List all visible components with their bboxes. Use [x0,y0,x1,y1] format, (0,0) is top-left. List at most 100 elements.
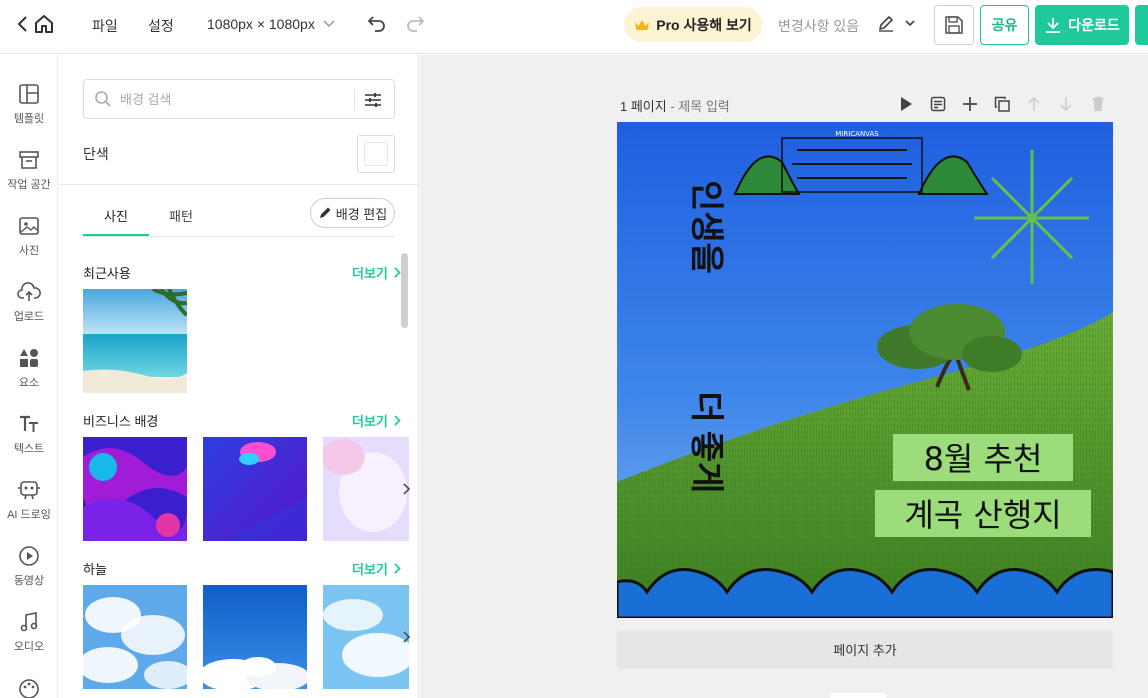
elements-icon [20,349,38,367]
blue-sky-clouds-image [203,585,307,689]
rail-item-more[interactable] [0,678,58,698]
panel-scrollbar[interactable] [401,253,408,328]
thumb-beach[interactable] [83,289,187,393]
design-page[interactable]: MIRICANVAS 인생을 더 좋게 8월 추천 계곡 산행지 [617,122,1113,618]
rail-item-video[interactable]: 동영상 [0,545,58,588]
rail-item-workspace[interactable]: 작업 공간 [0,149,58,192]
rail-label: AI 드로잉 [7,509,51,521]
trash-icon [1092,96,1104,111]
more-link-recent[interactable]: 더보기 [352,263,401,282]
pen-icon [879,16,893,32]
home-button[interactable] [33,13,55,35]
rail-item-photo[interactable]: 사진 [0,215,58,258]
home-icon [35,15,53,33]
chevron-down-icon [905,19,915,26]
pro-trial-button[interactable]: Pro 사용해 보기 [624,7,762,42]
download-icon [1046,18,1061,33]
undo-button[interactable] [367,14,387,32]
tab-pattern[interactable]: 패턴 [169,206,193,225]
download-button[interactable]: 다운로드 [1035,5,1129,45]
solid-color-swatch[interactable] [357,135,395,173]
water-wave [617,568,1113,618]
thumb-business-1[interactable] [83,437,187,541]
delete-button[interactable] [1088,95,1108,113]
swatch-color [364,142,388,166]
back-button[interactable] [16,14,30,34]
edit-mode-dropdown[interactable] [877,14,915,32]
headline-line-2: 계곡 산행지 [904,496,1061,534]
duplicate-button[interactable] [992,95,1012,113]
more-link-sky[interactable]: 더보기 [352,559,401,578]
thumb-sky-2[interactable] [203,585,307,689]
chevron-left-icon [17,16,27,32]
notes-button[interactable] [928,95,948,113]
move-up-button[interactable] [1024,95,1044,113]
filter-sliders-icon[interactable] [364,91,382,109]
search-divider [354,89,355,111]
rail-label: 사진 [18,245,40,257]
notes-icon [930,96,946,112]
rail-item-template[interactable]: 템플릿 [0,83,58,126]
more-link-business[interactable]: 더보기 [352,411,401,430]
page-title-input[interactable]: - 제목 입력 [670,99,729,114]
search-input[interactable] [120,91,340,107]
thumb-sky-1[interactable] [83,585,187,689]
page-toolbar [896,95,1108,113]
more-label: 더보기 [352,414,388,429]
background-search[interactable] [83,79,395,119]
move-down-button[interactable] [1056,95,1076,113]
chevron-right-icon [403,631,411,643]
play-button[interactable] [896,95,916,113]
left-rail: 템플릿 작업 공간 사진 업로드 요소 텍스트 AI 드로잉 동영상 오디오 [0,55,58,698]
add-button[interactable] [960,95,980,113]
menu-settings[interactable]: 설정 [148,16,174,36]
more-label: 더보기 [352,266,388,281]
rail-item-upload[interactable]: 업로드 [0,281,58,324]
tab-underline [83,234,149,236]
canvas-area: 1 페이지 - 제목 입력 MIRICANVAS 인생을 더 좋게 8월 추천 … [420,55,1148,698]
chevron-down-icon [323,20,335,28]
photo-icon [19,217,39,235]
vertical-text-bottom: 좋게 [686,431,726,494]
undo-icon [367,16,385,32]
rail-item-audio[interactable]: 오디오 [0,611,58,654]
divider [59,184,418,185]
section-title-recent: 최근사용 [83,266,131,281]
share-button[interactable]: 공유 [980,5,1029,45]
bottom-handle[interactable] [830,693,886,698]
rail-item-ai-drawing[interactable]: AI 드로잉 [0,479,58,522]
palette-icon [19,679,39,698]
scroll-right-sky[interactable] [397,627,417,647]
rail-item-elements[interactable]: 요소 [0,347,58,390]
more-actions-button[interactable] [1135,5,1148,45]
pro-trial-label: Pro 사용해 보기 [656,16,752,33]
vertical-text-mid: 더 [686,391,726,422]
pencil-icon [319,207,331,218]
rail-item-text[interactable]: 텍스트 [0,413,58,456]
upload-cloud-icon [17,282,41,301]
background-edit-button[interactable]: 배경 편집 [310,198,395,228]
beach-image [83,289,187,393]
redo-button[interactable] [405,14,425,32]
page-number: 1 페이지 [620,99,667,114]
page-header[interactable]: 1 페이지 - 제목 입력 [620,96,730,115]
thumb-business-2[interactable] [203,437,307,541]
download-label: 다운로드 [1068,17,1120,33]
rail-label: 템플릿 [13,113,45,125]
workspace-box-icon [19,151,39,169]
video-play-icon [19,546,39,566]
section-title-business: 비즈니스 배경 [83,414,159,429]
crown-icon [635,19,650,30]
tab-photo[interactable]: 사진 [104,206,128,225]
save-button[interactable] [934,5,974,45]
menu-file[interactable]: 파일 [92,16,118,36]
ai-drawing-icon [18,481,40,500]
add-page-button[interactable]: 페이지 추가 [617,630,1113,669]
chevron-right-icon [394,267,401,278]
solid-color-label: 단색 [83,146,109,162]
template-icon [19,84,39,104]
chevron-right-icon [403,483,411,495]
more-label: 더보기 [352,562,388,577]
canvas-size-dropdown[interactable]: 1080px × 1080px [207,16,335,32]
scroll-right-business[interactable] [397,479,417,499]
